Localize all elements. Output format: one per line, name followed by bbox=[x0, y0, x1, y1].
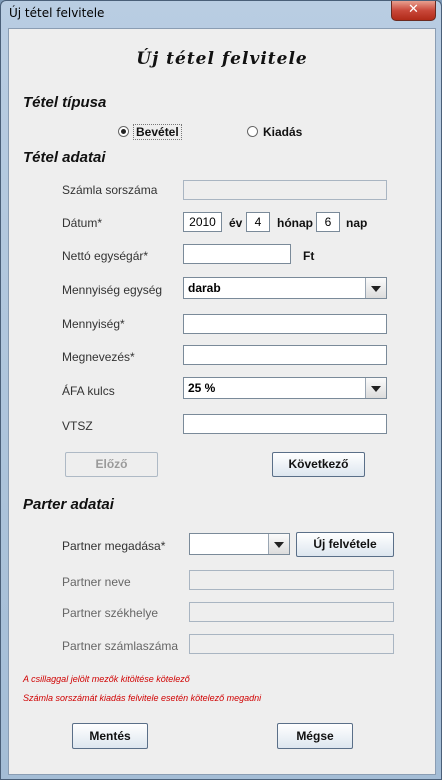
save-button[interactable]: Mentés bbox=[72, 723, 148, 749]
date-month-unit: hónap bbox=[277, 216, 313, 230]
required-fields-note: A csillaggal jelölt mezők kitöltése köte… bbox=[23, 674, 190, 684]
date-label: Dátum* bbox=[62, 216, 103, 230]
cancel-button[interactable]: Mégse bbox=[277, 723, 353, 749]
invoice-number-field[interactable] bbox=[183, 180, 387, 200]
new-partner-button[interactable]: Új felvétele bbox=[296, 532, 394, 557]
date-month-field[interactable]: 4 bbox=[246, 212, 270, 232]
partner-account-field[interactable] bbox=[189, 634, 394, 654]
invoice-number-label: Számla sorszáma bbox=[62, 183, 158, 197]
net-unit-price-field[interactable] bbox=[183, 244, 291, 264]
partner-account-label: Partner számlaszáma bbox=[62, 639, 179, 653]
quantity-field[interactable] bbox=[183, 314, 387, 334]
partner-section-heading: Parter adatai bbox=[23, 496, 114, 513]
net-unit-price-label: Nettó egységár* bbox=[62, 249, 149, 263]
date-day-unit: nap bbox=[346, 216, 368, 230]
next-button[interactable]: Következő bbox=[272, 452, 365, 477]
chevron-down-icon[interactable] bbox=[268, 534, 289, 554]
prev-button[interactable]: Előző bbox=[65, 452, 158, 477]
chevron-down-icon[interactable] bbox=[365, 378, 386, 398]
vat-rate-label: ÁFA kulcs bbox=[62, 384, 115, 398]
net-unit-price-unit: Ft bbox=[303, 249, 315, 263]
partner-select-label: Partner megadása* bbox=[62, 539, 166, 553]
date-day-field[interactable]: 6 bbox=[316, 212, 340, 232]
chevron-down-icon[interactable] bbox=[365, 278, 386, 298]
radio-income-label[interactable]: Bevétel bbox=[133, 124, 182, 140]
vtsz-field[interactable] bbox=[183, 414, 387, 434]
invoice-number-note: Számla sorszámát kiadás felvitele esetén… bbox=[23, 693, 262, 703]
name-field[interactable] bbox=[183, 345, 387, 365]
quantity-unit-label: Mennyiség egység bbox=[62, 283, 163, 297]
quantity-unit-select[interactable]: darab bbox=[183, 277, 387, 299]
name-label: Megnevezés* bbox=[62, 350, 135, 364]
radio-income[interactable] bbox=[118, 126, 129, 137]
vat-rate-select[interactable]: 25 % bbox=[183, 377, 387, 399]
quantity-label: Mennyiség* bbox=[62, 317, 125, 331]
item-section-heading: Tétel adatai bbox=[23, 149, 106, 166]
type-section-heading: Tétel típusa bbox=[23, 94, 107, 111]
partner-name-field[interactable] bbox=[189, 570, 394, 590]
vat-rate-value: 25 % bbox=[188, 381, 216, 395]
dialog-content: Új tétel felvitele Tétel típusa Bevétel … bbox=[8, 28, 436, 775]
date-year-field[interactable]: 2010 bbox=[183, 212, 222, 232]
window-title: Új tétel felvitele bbox=[9, 6, 105, 20]
partner-seat-field[interactable] bbox=[189, 602, 394, 622]
partner-name-label: Partner neve bbox=[62, 575, 131, 589]
radio-expense[interactable] bbox=[247, 126, 258, 137]
date-year-unit: év bbox=[229, 216, 243, 230]
quantity-unit-value: darab bbox=[188, 281, 221, 295]
close-button[interactable]: ✕ bbox=[391, 1, 436, 21]
radio-expense-label[interactable]: Kiadás bbox=[263, 125, 302, 139]
title-bar[interactable]: Új tétel felvitele ✕ bbox=[1, 1, 441, 27]
partner-seat-label: Partner székhelye bbox=[62, 606, 159, 620]
dialog-window: Új tétel felvitele ✕ Új tétel felvitele … bbox=[0, 0, 442, 780]
vtsz-label: VTSZ bbox=[62, 419, 93, 433]
partner-select[interactable] bbox=[189, 533, 290, 555]
form-title: Új tétel felvitele bbox=[136, 49, 308, 69]
